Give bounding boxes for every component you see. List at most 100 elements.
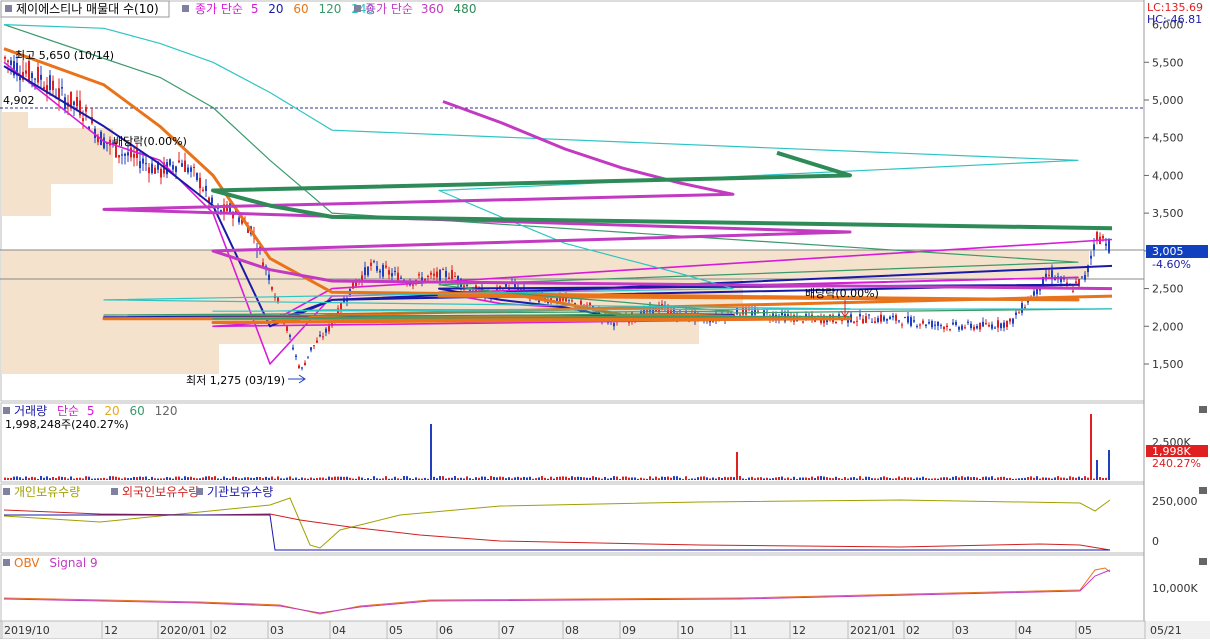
volume-bar xyxy=(766,477,768,480)
volume-bar xyxy=(673,476,675,480)
volume-bar xyxy=(475,477,477,480)
volume-bar xyxy=(877,478,879,480)
candle-body xyxy=(928,322,930,324)
candle-body xyxy=(325,328,327,333)
volume-bar xyxy=(580,476,582,480)
volume-bar xyxy=(748,477,750,480)
candle-body xyxy=(1093,244,1095,250)
volume-legend-square-icon xyxy=(3,407,10,414)
candle-body xyxy=(199,177,201,189)
volume-bar xyxy=(1030,476,1032,480)
candle-body xyxy=(802,321,804,323)
volume-bar xyxy=(463,478,465,480)
volume-bar xyxy=(949,478,951,480)
volume-bar xyxy=(445,478,447,480)
volume-bar xyxy=(1048,477,1050,480)
volume-bar xyxy=(1000,476,1002,480)
ma-legend-label: 종가 단순 xyxy=(195,2,243,16)
chart-window[interactable]: 5,5005,0004,5004,0003,5003,0002,5002,000… xyxy=(0,0,1210,640)
candle-body xyxy=(328,325,330,332)
ma2-legend-square-icon xyxy=(354,5,361,12)
volume-bar xyxy=(1057,476,1059,480)
candle-body xyxy=(379,270,381,273)
candle-body xyxy=(28,61,30,81)
volume-bar xyxy=(226,478,228,480)
candle-body xyxy=(1084,274,1086,280)
price-tick-label: 2,500 xyxy=(1152,283,1184,296)
candle-body xyxy=(1006,320,1008,328)
volume-bar xyxy=(28,477,30,480)
volume-bar xyxy=(484,476,486,480)
volume-bar xyxy=(643,478,645,480)
volume-bar xyxy=(202,477,204,480)
candle-body xyxy=(1003,322,1005,328)
candle-body xyxy=(310,347,312,351)
volume-bar xyxy=(289,476,291,480)
stock-chart[interactable]: 5,5005,0004,5004,0003,5003,0002,5002,000… xyxy=(0,0,1210,640)
volume-bar xyxy=(811,476,813,480)
volume-bar xyxy=(241,478,243,480)
candle-body xyxy=(1063,278,1065,280)
volume-bar xyxy=(58,476,60,480)
volume-bar xyxy=(724,476,726,480)
volume-bar xyxy=(721,477,723,480)
holdings-close-icon[interactable] xyxy=(1199,487,1207,494)
volume-bar xyxy=(454,476,456,480)
candle-body xyxy=(946,325,948,328)
volume-bar xyxy=(136,477,138,480)
volume-bar xyxy=(514,477,516,480)
candle-body xyxy=(52,80,54,91)
candle-body xyxy=(37,67,39,83)
candle-body xyxy=(1000,323,1002,329)
volume-bar xyxy=(1054,477,1056,480)
volume-bar xyxy=(337,476,339,480)
volume-bar xyxy=(187,477,189,480)
volume-bar xyxy=(634,477,636,480)
volume-bar xyxy=(799,477,801,480)
candle-body xyxy=(898,320,900,322)
volume-bar xyxy=(868,476,870,480)
chart-title: 제이에스티나 매물대 수(10) xyxy=(16,2,159,16)
volume-ma-60: 60 xyxy=(129,404,144,418)
volume-bar xyxy=(199,478,201,480)
candle-body xyxy=(940,325,942,327)
volume-bar xyxy=(247,477,249,480)
volume-bar xyxy=(1078,476,1080,480)
candle-body xyxy=(886,318,888,321)
volume-bar xyxy=(457,478,459,480)
volume-bar xyxy=(976,477,978,480)
price-tick-label: 2,000 xyxy=(1152,320,1184,333)
volume-bar xyxy=(925,478,927,480)
volume-bar xyxy=(781,476,783,480)
volume-bar xyxy=(232,476,234,480)
volume-bar xyxy=(757,477,759,480)
price-tick-label: 3,500 xyxy=(1152,207,1184,220)
volume-bar xyxy=(97,478,99,480)
candle-body xyxy=(448,277,450,279)
candle-body xyxy=(31,72,33,79)
volume-bar xyxy=(31,476,33,480)
obv-close-icon[interactable] xyxy=(1199,558,1207,565)
volume-bar xyxy=(259,476,261,480)
volume-bar xyxy=(631,477,633,480)
volume-close-icon[interactable] xyxy=(1199,406,1207,413)
candle-body xyxy=(82,118,84,122)
volume-bar xyxy=(529,476,531,480)
volume-bar xyxy=(421,478,423,480)
candle-body xyxy=(955,321,957,325)
volume-bar xyxy=(559,476,561,480)
volume-bar xyxy=(1027,477,1029,480)
volume-bar xyxy=(772,478,774,480)
volume-bar xyxy=(106,478,108,480)
candle-body xyxy=(169,159,171,166)
volume-bar xyxy=(1018,478,1020,480)
volume-bar xyxy=(904,476,906,480)
x-axis-label: 12 xyxy=(792,624,806,637)
volume-bar xyxy=(760,477,762,480)
candle-body xyxy=(1033,291,1035,296)
volume-bar xyxy=(127,478,129,480)
volume-value: 1,998,248주(240.27%) xyxy=(5,418,129,431)
candle-body xyxy=(187,167,189,173)
candle-body xyxy=(745,307,747,315)
candle-body xyxy=(307,356,309,358)
